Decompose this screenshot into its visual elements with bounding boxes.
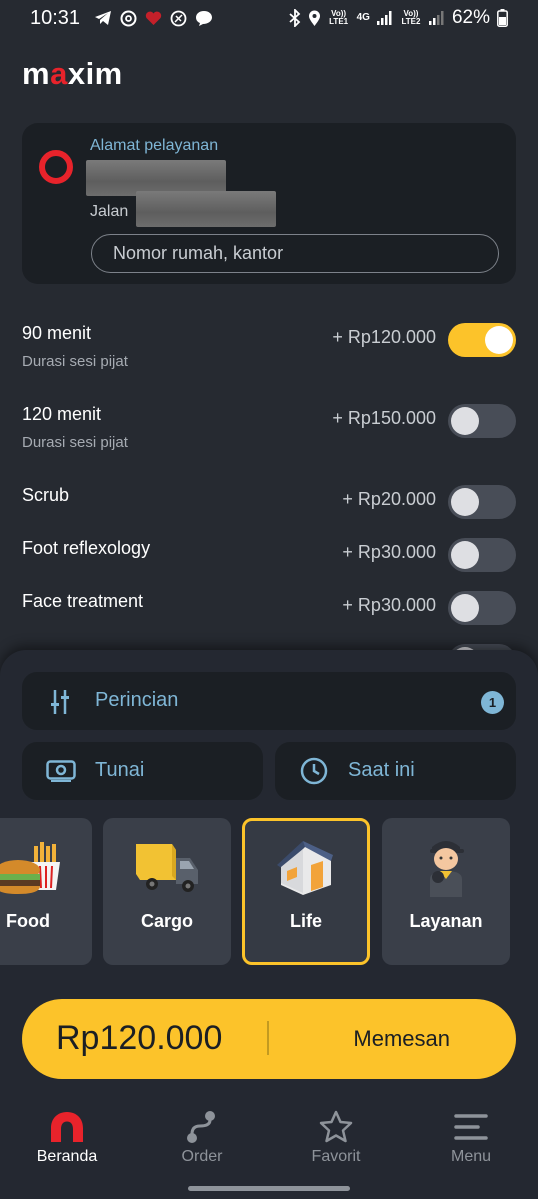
service-name: Layanan (409, 911, 483, 931)
divider (267, 1021, 269, 1055)
option-toggle[interactable] (448, 404, 516, 438)
time-label: Saat ini (348, 759, 415, 781)
service-life[interactable]: Life (242, 818, 370, 965)
telegram-icon (94, 10, 112, 26)
option-price: + Rp30.000 (342, 542, 436, 562)
service-layanan[interactable]: Layanan (382, 818, 510, 965)
bluetooth-icon (289, 9, 301, 27)
details-label: Perincian (95, 689, 179, 711)
nav-label: Favorit (311, 1148, 361, 1165)
redacted-street (136, 191, 276, 227)
nav-label: Menu (450, 1148, 492, 1165)
option-row-scrub[interactable]: Scrub + Rp20.000 (22, 485, 516, 521)
toggle-knob (451, 407, 479, 435)
option-toggle[interactable] (448, 323, 516, 357)
order-time-button[interactable]: Saat ini (275, 742, 516, 800)
option-title: Scrub (22, 485, 70, 505)
house-number-input[interactable] (91, 234, 499, 273)
service-cargo[interactable]: Cargo (103, 818, 231, 965)
toggle-knob (451, 488, 479, 516)
app-screen: 10:31 Vo)) LTE1 4G Vo)) LTE2 62% maxim A… (0, 0, 538, 1199)
option-title: Foot reflexology (22, 538, 151, 558)
option-price: + Rp150.000 (332, 408, 436, 428)
details-button[interactable]: Perincian 1 (22, 672, 516, 730)
toggle-knob (451, 594, 479, 622)
volte2-indicator: Vo)) LTE2 (401, 9, 421, 26)
option-toggle[interactable] (448, 485, 516, 519)
food-icon (0, 832, 92, 900)
network-type: 4G (356, 12, 370, 23)
cash-icon (46, 760, 76, 782)
signal-icon (376, 11, 393, 25)
nav-menu[interactable]: Menu (416, 1108, 526, 1166)
toggle-knob (485, 326, 513, 354)
option-toggle[interactable] (448, 538, 516, 572)
address-label: Alamat pelayanan (90, 137, 219, 154)
battery-icon (497, 9, 508, 27)
option-price: + Rp20.000 (342, 489, 436, 509)
option-price: + Rp30.000 (342, 595, 436, 615)
sliders-icon (51, 689, 71, 715)
app-icon (170, 10, 187, 27)
details-count-badge: 1 (481, 691, 504, 714)
house-icon (245, 833, 367, 901)
option-row-foot-reflexology[interactable]: Foot reflexology + Rp30.000 (22, 538, 516, 574)
place-order-button[interactable]: Memesan (353, 1026, 450, 1052)
threads-icon (120, 10, 137, 27)
option-title: 120 menit (22, 404, 102, 424)
order-bottom-sheet: Perincian 1 Tunai Saat ini Food Cargo Li… (0, 650, 538, 1199)
home-icon (12, 1108, 122, 1146)
toggle-knob (451, 541, 479, 569)
payment-method-button[interactable]: Tunai (22, 742, 263, 800)
order-total-price: Rp120.000 (56, 1019, 223, 1057)
location-icon (308, 10, 321, 27)
worker-icon (382, 832, 510, 900)
nav-order[interactable]: Order (147, 1108, 257, 1166)
location-marker-icon (39, 150, 73, 184)
payment-label: Tunai (95, 759, 145, 781)
clock-icon (300, 757, 328, 785)
status-bar: 10:31 Vo)) LTE1 4G Vo)) LTE2 62% (0, 0, 538, 36)
star-icon (281, 1108, 391, 1146)
order-bar[interactable]: Rp120.000 Memesan (22, 999, 516, 1079)
volte1-indicator: Vo)) LTE1 (329, 9, 349, 26)
option-row-face-treatment[interactable]: Face treatment + Rp30.000 (22, 591, 516, 627)
nav-beranda[interactable]: Beranda (12, 1108, 122, 1166)
option-title: 90 menit (22, 323, 92, 343)
chat-icon (195, 10, 213, 27)
option-row-120-menit[interactable]: 120 menit Durasi sesi pijat + Rp150.000 (22, 404, 516, 464)
status-time: 10:31 (30, 6, 81, 29)
signal-icon (428, 11, 445, 25)
service-name: Cargo (140, 911, 193, 931)
service-address-card[interactable]: Alamat pelayanan Jalan (22, 123, 516, 284)
gesture-home-indicator[interactable] (188, 1186, 350, 1191)
option-row-90-menit[interactable]: 90 menit Durasi sesi pijat + Rp120.000 (22, 323, 516, 383)
option-toggle[interactable] (448, 591, 516, 625)
menu-icon (416, 1108, 526, 1146)
cargo-truck-icon (103, 832, 231, 900)
bottom-navigation: Beranda Order Favorit Menu (0, 1108, 538, 1168)
service-name: Life (289, 911, 322, 931)
nav-label: Order (181, 1148, 223, 1165)
option-subtitle: Durasi sesi pijat (22, 434, 128, 451)
option-price: + Rp120.000 (332, 327, 436, 347)
service-food[interactable]: Food (0, 818, 92, 965)
heart-icon (145, 11, 162, 26)
option-subtitle: Durasi sesi pijat (22, 353, 128, 370)
battery-percent: 62% (451, 7, 490, 28)
option-title: Face treatment (22, 591, 144, 611)
address-street-prefix: Jalan (90, 203, 129, 220)
nav-favorit[interactable]: Favorit (281, 1108, 391, 1166)
service-name: Food (6, 911, 50, 931)
route-icon (147, 1108, 257, 1146)
nav-label: Beranda (36, 1148, 98, 1165)
maxim-logo: maxim (22, 56, 123, 91)
